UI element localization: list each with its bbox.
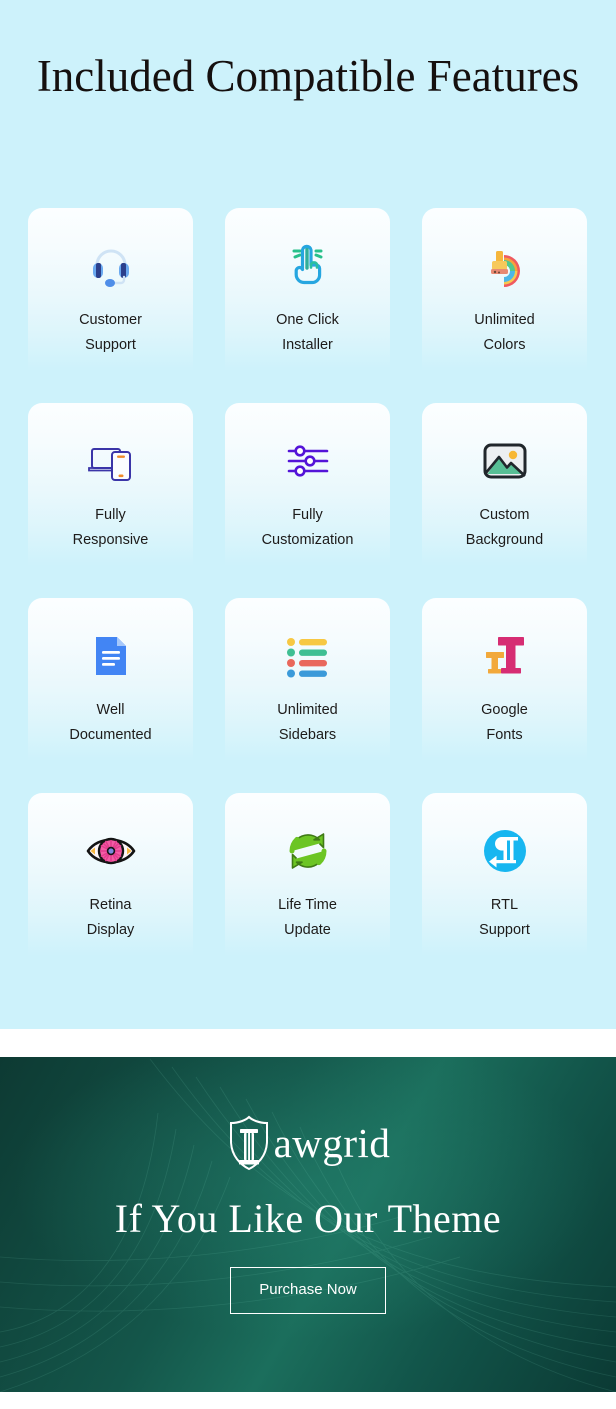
color-list-icon — [282, 630, 334, 682]
cta-content: awgrid If You Like Our Theme Purchase No… — [0, 1115, 616, 1314]
feature-label: Unlimited Colors — [474, 312, 535, 353]
feature-card-unlimited-colors[interactable]: Unlimited Colors — [422, 208, 587, 371]
feature-card-well-documented[interactable]: Well Documented — [28, 598, 193, 761]
feature-card-life-time-update[interactable]: Life Time Update — [225, 793, 390, 956]
section-divider — [0, 1029, 616, 1057]
feature-card-google-fonts[interactable]: Google Fonts — [422, 598, 587, 761]
shield-column-logo-icon — [229, 1115, 268, 1171]
page-title: Included Compatible Features — [36, 51, 580, 101]
feature-label: Unlimited Sidebars — [277, 702, 338, 743]
feature-label: One Click Installer — [276, 312, 339, 353]
feature-label: Life Time Update — [278, 897, 337, 938]
headset-icon — [85, 240, 137, 292]
eye-icon — [85, 825, 137, 877]
feature-label: Well Documented — [69, 702, 152, 743]
feature-label: Fully Responsive — [72, 507, 149, 548]
refresh-cycle-icon — [282, 825, 334, 877]
paint-rainbow-icon — [479, 240, 531, 292]
cta-heading: If You Like Our Theme — [114, 1196, 502, 1241]
font-tt-icon — [479, 630, 531, 682]
brand-logo: awgrid — [0, 1115, 616, 1171]
rtl-pilcrow-icon — [479, 825, 531, 877]
feature-card-customer-support[interactable]: Customer Support — [28, 208, 193, 371]
features-section: Included Compatible Features Customer Su — [0, 0, 616, 1029]
landing-page: Included Compatible Features Customer Su — [0, 0, 616, 1409]
features-grid: Customer Support One Click Installer Unl… — [28, 208, 588, 956]
feature-card-retina-display[interactable]: Retina Display — [28, 793, 193, 956]
bottom-strip — [0, 1392, 616, 1409]
feature-label: Customer Support — [79, 312, 142, 353]
feature-card-unlimited-sidebars[interactable]: Unlimited Sidebars — [225, 598, 390, 761]
cta-section: awgrid If You Like Our Theme Purchase No… — [0, 1057, 616, 1392]
feature-label: Fully Customization — [261, 507, 354, 548]
feature-card-rtl-support[interactable]: RTL Support — [422, 793, 587, 956]
devices-icon — [85, 435, 137, 487]
brand-name: awgrid — [273, 1120, 391, 1166]
feature-label: Google Fonts — [481, 702, 528, 743]
feature-card-fully-responsive[interactable]: Fully Responsive — [28, 403, 193, 566]
feature-label: RTL Support — [479, 897, 530, 938]
feature-card-fully-customization[interactable]: Fully Customization — [225, 403, 390, 566]
image-icon — [479, 435, 531, 487]
document-icon — [85, 630, 137, 682]
purchase-now-button[interactable]: Purchase Now — [230, 1267, 386, 1314]
click-hand-icon — [282, 240, 334, 292]
feature-card-custom-background[interactable]: Custom Background — [422, 403, 587, 566]
feature-label: Custom Background — [465, 507, 544, 548]
sliders-icon — [282, 435, 334, 487]
feature-card-one-click-installer[interactable]: One Click Installer — [225, 208, 390, 371]
feature-label: Retina Display — [86, 897, 135, 938]
